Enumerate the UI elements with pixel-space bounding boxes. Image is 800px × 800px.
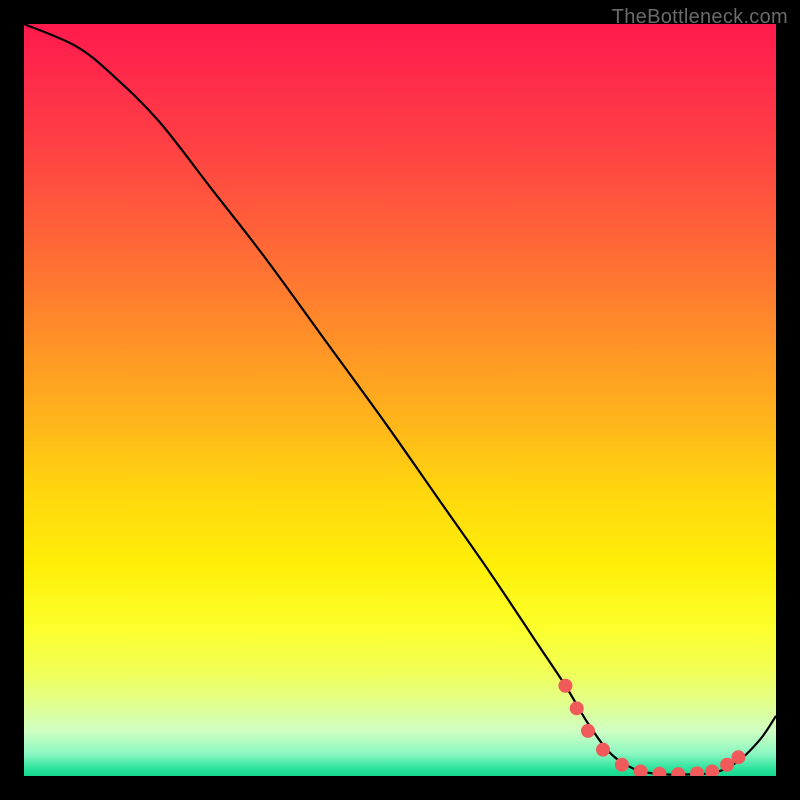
data-marker — [634, 764, 648, 776]
data-marker — [596, 743, 610, 757]
data-marker — [558, 679, 572, 693]
marker-layer — [24, 24, 776, 776]
plot-area — [24, 24, 776, 776]
data-marker — [671, 767, 685, 776]
data-marker — [731, 750, 745, 764]
chart-frame: TheBottleneck.com — [0, 0, 800, 800]
data-marker — [705, 764, 719, 776]
data-marker — [581, 724, 595, 738]
data-marker — [570, 701, 584, 715]
watermark: TheBottleneck.com — [612, 6, 788, 29]
data-marker — [690, 766, 704, 776]
data-marker — [652, 767, 666, 776]
marker-group — [558, 679, 745, 776]
data-marker — [615, 758, 629, 772]
